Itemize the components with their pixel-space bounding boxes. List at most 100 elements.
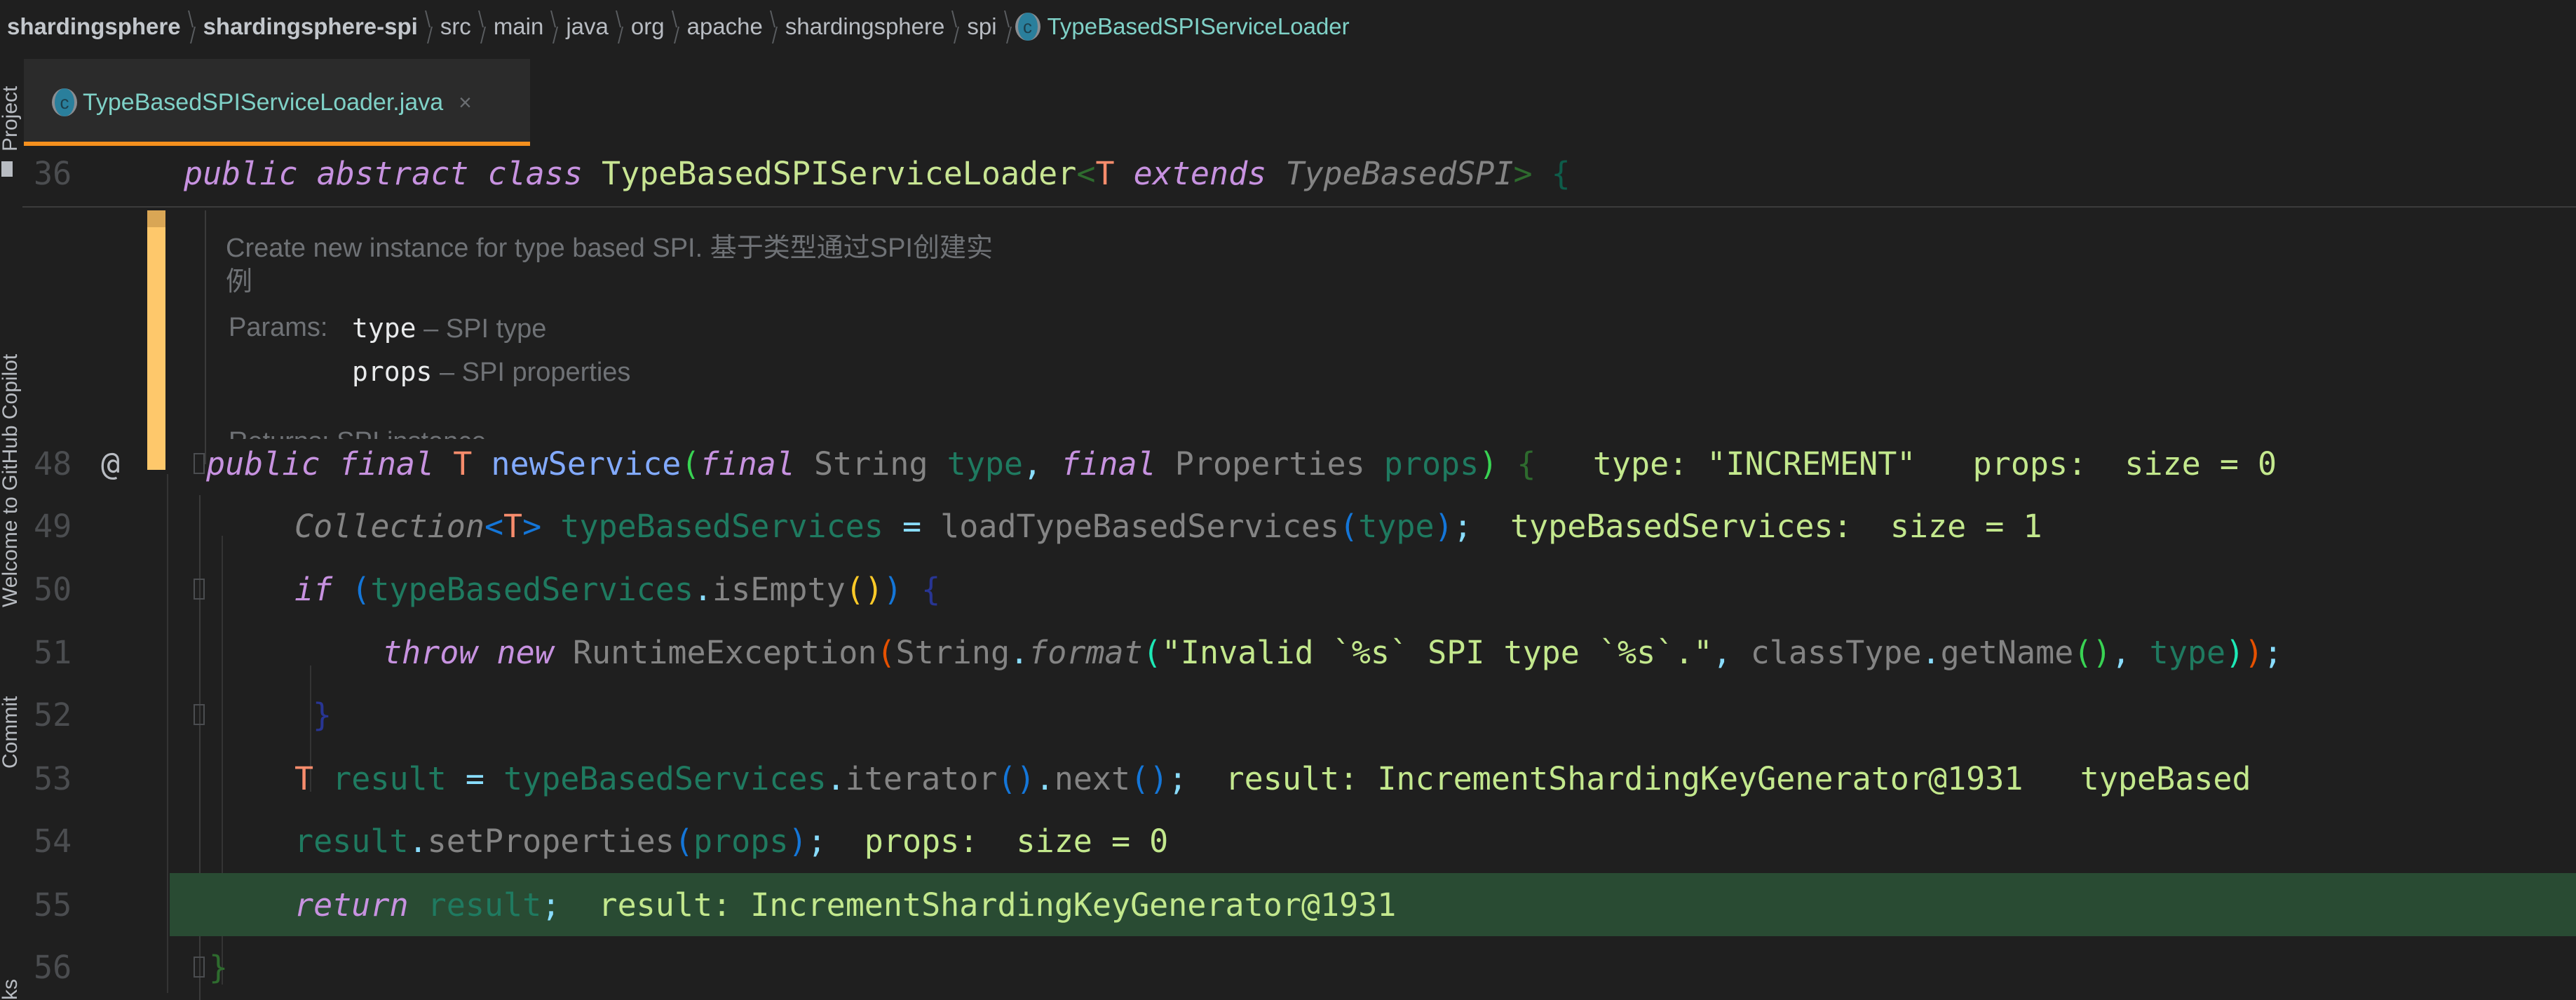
line-number: 36 <box>34 154 72 192</box>
token: > <box>1513 154 1533 192</box>
token: "Invalid `%s` SPI type `%s`." <box>1161 633 1713 671</box>
fold-collapse-icon[interactable] <box>194 453 205 474</box>
line-number: 51 <box>34 633 72 671</box>
chevron-right-icon <box>770 11 778 43</box>
token: T <box>294 759 314 797</box>
code-line: 49 Collection<T> typeBasedServices = loa… <box>22 494 2576 558</box>
code-text: if (typeBasedServices.isEmpty()) { <box>294 571 940 608</box>
token: RuntimeException <box>572 633 877 671</box>
token: typeBasedServices <box>370 570 693 608</box>
class-icon: c <box>1015 13 1040 41</box>
code-text: throw new RuntimeException(String.format… <box>383 634 2282 671</box>
code-text: public final T newService(final String t… <box>206 445 2277 482</box>
javadoc-params-label: Params: <box>229 313 328 342</box>
token: if <box>294 570 352 608</box>
token: { <box>1498 445 1536 482</box>
token: ( <box>876 633 896 671</box>
breadcrumb-item[interactable]: shardingsphere-spi <box>196 13 425 40</box>
breadcrumb-item[interactable]: spi <box>960 13 1003 40</box>
token: , <box>2111 633 2150 671</box>
code-text: public abstract class TypeBasedSPIServic… <box>184 155 1571 192</box>
debug-inline-value: props: size = 0 <box>864 822 1169 860</box>
code-text: return result; result: IncrementSharding… <box>294 886 1396 924</box>
chevron-right-icon <box>1004 11 1012 43</box>
token: String <box>895 633 1010 671</box>
close-icon[interactable]: × <box>459 90 472 116</box>
token: type <box>1358 507 1435 545</box>
editor-tab-bar: c TypeBasedSPIServiceLoader.java × <box>22 53 2576 150</box>
fold-collapse-icon[interactable] <box>194 579 205 600</box>
code-text: Collection<T> typeBasedServices = loadTy… <box>294 508 2042 545</box>
debug-inline-value: result: IncrementShardingKeyGenerator@19… <box>598 886 1397 924</box>
token: result <box>427 886 542 924</box>
javadoc-description: Create new instance for type based SPI. … <box>226 234 993 263</box>
breadcrumb-item[interactable]: shardingsphere <box>0 13 188 40</box>
javadoc-param: props – SPI properties <box>352 356 630 388</box>
breadcrumb-item[interactable]: java <box>559 13 616 40</box>
code-editor[interactable]: 36 public abstract class TypeBasedSPISer… <box>22 150 2576 1000</box>
token: ; <box>1453 507 1472 545</box>
chevron-right-icon <box>951 11 960 43</box>
token: < <box>1076 154 1096 192</box>
token: ( <box>674 822 693 860</box>
token: . <box>1035 759 1055 797</box>
breadcrumb-item[interactable]: src <box>433 13 478 40</box>
breadcrumb-item[interactable]: apache <box>680 13 770 40</box>
token: { <box>1532 154 1571 192</box>
breadcrumb-item[interactable]: org <box>624 13 672 40</box>
token: . <box>693 570 713 608</box>
chevron-right-icon <box>550 11 559 43</box>
code-text: result.setProperties(props); props: size… <box>294 823 1168 860</box>
code-line: 51 throw new RuntimeException(String.for… <box>22 621 2576 684</box>
project-icon <box>1 161 13 177</box>
param-name: props <box>352 356 433 387</box>
tool-copilot-welcome[interactable]: Welcome to GitHub Copilot <box>0 229 22 607</box>
code-line: 36 public abstract class TypeBasedSPISer… <box>22 142 2576 205</box>
line-number: 50 <box>34 570 72 608</box>
token: extends <box>1114 154 1286 192</box>
chevron-right-icon <box>188 11 196 43</box>
token: typeBasedServices <box>503 759 827 797</box>
tool-commit[interactable]: Commit <box>0 635 22 769</box>
token: result <box>294 822 409 860</box>
token: < <box>484 507 504 545</box>
fold-end-icon[interactable] <box>194 704 205 725</box>
debug-inline-value: typeBasedServices: size = 1 <box>1510 507 2042 545</box>
tab-typebasedspiserviceloader[interactable]: c TypeBasedSPIServiceLoader.java × <box>24 59 530 146</box>
token: . <box>1921 633 1941 671</box>
token: ) <box>1434 507 1453 545</box>
token: } <box>313 696 332 734</box>
override-annotation-icon[interactable]: @ <box>101 445 120 482</box>
chevron-right-icon <box>425 11 433 43</box>
token: > <box>522 507 542 545</box>
token: ) <box>1149 759 1169 797</box>
breadcrumb-item[interactable]: main <box>487 13 551 40</box>
token: ) <box>2092 633 2112 671</box>
code-line: 56 } <box>22 935 2576 999</box>
tool-project[interactable]: Project <box>0 46 22 151</box>
code-line: 50 if (typeBasedServices.isEmpty()) { <box>22 558 2576 621</box>
token: ( <box>1339 507 1359 545</box>
debug-inline-value: result: IncrementShardingKeyGenerator@19… <box>1225 759 2251 797</box>
tool-bookmarks[interactable]: ks <box>0 958 22 1000</box>
token: props <box>1383 445 1479 482</box>
line-number: 48 <box>34 445 72 482</box>
token: return <box>294 886 428 924</box>
token: ) <box>864 570 883 608</box>
line-number: 52 <box>34 696 72 734</box>
token: , <box>1712 633 1751 671</box>
breadcrumb-current-class[interactable]: TypeBasedSPIServiceLoader <box>1046 13 1357 40</box>
javadoc-description-wrap: 例 <box>226 267 253 297</box>
line-number: 54 <box>34 822 72 860</box>
token: ) <box>883 570 902 608</box>
fold-end-icon[interactable] <box>194 957 205 978</box>
token: public final <box>206 445 454 482</box>
breadcrumb-item[interactable]: shardingsphere <box>778 13 952 40</box>
code-text: } <box>313 696 332 734</box>
chevron-right-icon <box>478 11 487 43</box>
token: public abstract class <box>184 154 602 192</box>
token: newService <box>491 445 682 482</box>
token: ( <box>1130 759 1150 797</box>
token: ( <box>997 759 1017 797</box>
